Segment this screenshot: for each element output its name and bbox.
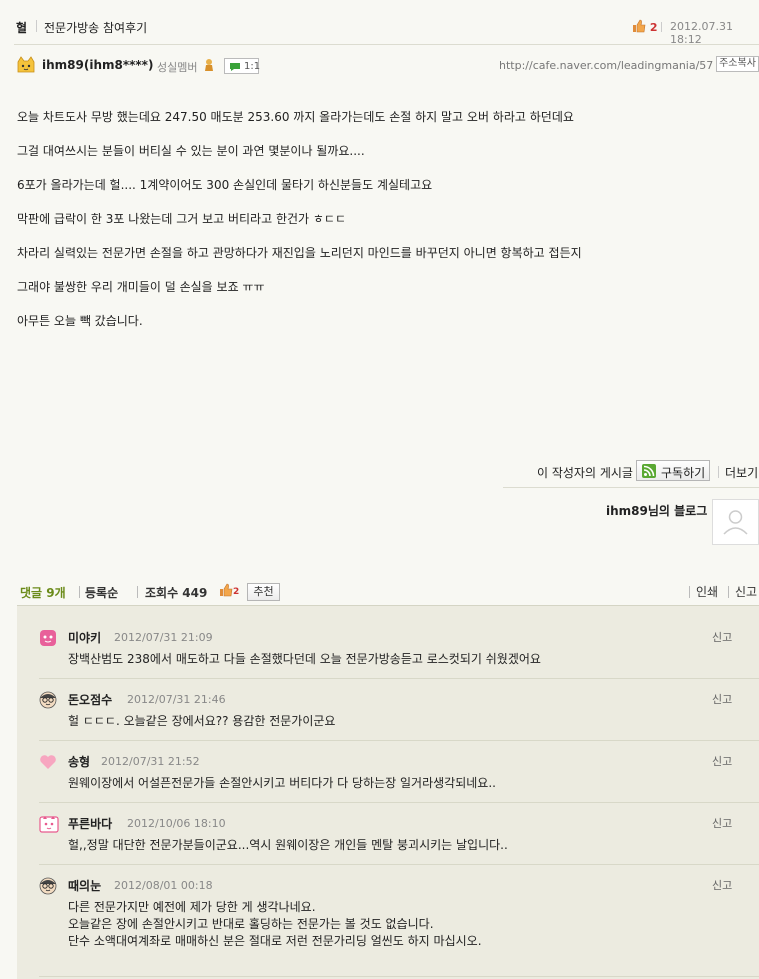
member-level-icon bbox=[16, 56, 36, 77]
writer-posts-row: 이 작성자의 게시글 구독하기 더보기 bbox=[0, 458, 759, 486]
comment-text: 원웨이장에서 어설픈전문가들 손절안시키고 버티다가 다 당하는장 일거라생각되… bbox=[68, 776, 496, 790]
report-link[interactable]: 신고 bbox=[712, 691, 732, 707]
body-paragraph: 6포가 올라가는데 헐.... 1계약이어도 300 손실인데 물타기 하신분들… bbox=[17, 178, 433, 192]
recommend-button[interactable]: 추천 bbox=[247, 583, 280, 601]
divider bbox=[661, 22, 662, 32]
view-count: 조회수 449 bbox=[145, 586, 208, 600]
comment-date: 2012/08/01 00:18 bbox=[114, 879, 213, 892]
heart-icon bbox=[39, 753, 57, 771]
print-link[interactable]: 인쇄 bbox=[696, 583, 718, 600]
post-category[interactable]: 혈 bbox=[16, 19, 27, 36]
blog-link[interactable]: ihm89님의 블로그 bbox=[606, 502, 707, 519]
one-on-one-chat-button[interactable]: 1:1 bbox=[224, 58, 261, 75]
comment-toolbar: 댓글 9개 등록순 조회수 449 2 추천 인쇄 신고 bbox=[0, 580, 759, 604]
comment-date: 2012/07/31 21:09 bbox=[114, 631, 213, 644]
body-paragraph: 오늘 차트도사 무방 했는데요 247.50 매도분 253.60 까지 올라가… bbox=[17, 110, 574, 124]
divider bbox=[728, 586, 729, 598]
comment-author[interactable]: 푸른바다 bbox=[68, 815, 112, 832]
writer-posts-link[interactable]: 이 작성자의 게시글 bbox=[537, 464, 633, 481]
glasses-face-icon bbox=[39, 691, 57, 709]
comment-text: 헐 ㄷㄷㄷ. 오늘같은 장에서요?? 용감한 전문가이군요 bbox=[68, 714, 336, 728]
body-paragraph: 그걸 대여쓰시는 분들이 버티실 수 있는 분이 과연 몇분이나 될까요.... bbox=[17, 144, 365, 158]
comment-author[interactable]: 돈오점수 bbox=[68, 691, 112, 708]
comment-date: 2012/10/06 18:10 bbox=[127, 817, 226, 830]
comment-text: 장백산범도 238에서 매도하고 다들 손절했다던데 오늘 전문가방송듣고 로스… bbox=[68, 652, 541, 666]
comment-author[interactable]: 때의눈 bbox=[68, 877, 101, 894]
comment-author[interactable]: 송형 bbox=[68, 753, 90, 770]
divider bbox=[79, 586, 80, 598]
like-count: 2 bbox=[233, 587, 240, 597]
avatar[interactable] bbox=[712, 499, 759, 545]
rss-icon bbox=[642, 464, 656, 478]
comment-date: 2012/07/31 21:52 bbox=[101, 755, 200, 768]
comment-list: 미야키 2012/07/31 21:09 신고 장백산범도 238에서 매도하고… bbox=[17, 605, 759, 979]
body-paragraph: 막판에 급락이 한 3포 나왔는데 그거 보고 버티라고 한건가 ㅎㄷㄷ bbox=[17, 212, 347, 226]
more-link[interactable]: 더보기 bbox=[725, 464, 758, 481]
header-divider bbox=[14, 44, 759, 45]
author-name[interactable]: ihm89(ihm8****) bbox=[42, 58, 153, 72]
report-link[interactable]: 신고 bbox=[735, 583, 757, 600]
comment-date: 2012/07/31 21:46 bbox=[127, 693, 226, 706]
user-silhouette-icon bbox=[723, 510, 748, 535]
chat-bubble-icon bbox=[229, 62, 241, 75]
report-link[interactable]: 신고 bbox=[712, 753, 732, 769]
comment-text: 헐,,정말 대단한 전문가분들이군요...역시 원웨이장은 개인들 멘탈 붕괴시… bbox=[68, 838, 508, 852]
glasses-face-icon bbox=[39, 877, 57, 895]
comment-divider bbox=[39, 678, 759, 679]
like-indicator[interactable]: 2 bbox=[632, 19, 658, 36]
thumbs-up-icon bbox=[220, 583, 233, 597]
body-paragraph: 아무튼 오늘 빽 갔습니다. bbox=[17, 314, 143, 328]
writer-divider bbox=[503, 487, 759, 488]
thumbs-up-icon bbox=[632, 19, 646, 36]
comment-text: 다른 전문가지만 예전에 제가 당한 게 생각나네요. 오늘같은 장에 손절안시… bbox=[68, 900, 482, 948]
chat-label: 1:1 bbox=[244, 61, 261, 72]
grade-badge-icon bbox=[203, 58, 215, 75]
author-row: ihm89(ihm8****) 성실멤버 1:1 http://cafe.nav… bbox=[0, 52, 759, 78]
post-body: 오늘 차트도사 무방 했는데요 247.50 매도분 253.60 까지 올라가… bbox=[17, 108, 747, 346]
report-link[interactable]: 신고 bbox=[712, 629, 732, 645]
comment-count-toggle[interactable]: 댓글 9개 bbox=[20, 584, 66, 601]
pink-face-icon bbox=[39, 629, 57, 647]
comment-divider bbox=[39, 740, 759, 741]
divider bbox=[718, 466, 719, 478]
like-count: 2 bbox=[649, 21, 658, 34]
like-indicator[interactable]: 2 bbox=[219, 583, 239, 597]
post-url[interactable]: http://cafe.naver.com/leadingmania/57 bbox=[499, 59, 713, 72]
body-paragraph: 차라리 실력있는 전문가면 손절을 하고 관망하다가 재진입을 노리던지 마인드… bbox=[17, 246, 582, 260]
report-link[interactable]: 신고 bbox=[712, 815, 732, 831]
comment-divider bbox=[39, 976, 759, 977]
report-link[interactable]: 신고 bbox=[712, 877, 732, 893]
post-title: 전문가방송 참여후기 bbox=[44, 21, 148, 35]
pink-cat-icon bbox=[39, 815, 59, 833]
subscribe-label: 구독하기 bbox=[661, 466, 706, 480]
subscribe-button[interactable]: 구독하기 bbox=[636, 460, 710, 481]
post-header: 혈 전문가방송 참여후기 2 2012.07.31 18:12 bbox=[0, 0, 759, 46]
divider bbox=[689, 586, 690, 598]
divider bbox=[36, 20, 37, 32]
sort-order-link[interactable]: 등록순 bbox=[85, 584, 118, 601]
body-paragraph: 그래야 불쌍한 우리 개미들이 덜 손실을 보죠 ㅠㅠ bbox=[17, 280, 265, 294]
comment-author[interactable]: 미야키 bbox=[68, 629, 101, 646]
divider bbox=[137, 586, 138, 598]
comment-divider bbox=[39, 802, 759, 803]
copy-address-button[interactable]: 주소복사 bbox=[716, 56, 759, 72]
post-datetime: 2012.07.31 18:12 bbox=[670, 20, 733, 46]
comment-divider bbox=[39, 864, 759, 865]
member-grade: 성실멤버 bbox=[157, 61, 198, 74]
